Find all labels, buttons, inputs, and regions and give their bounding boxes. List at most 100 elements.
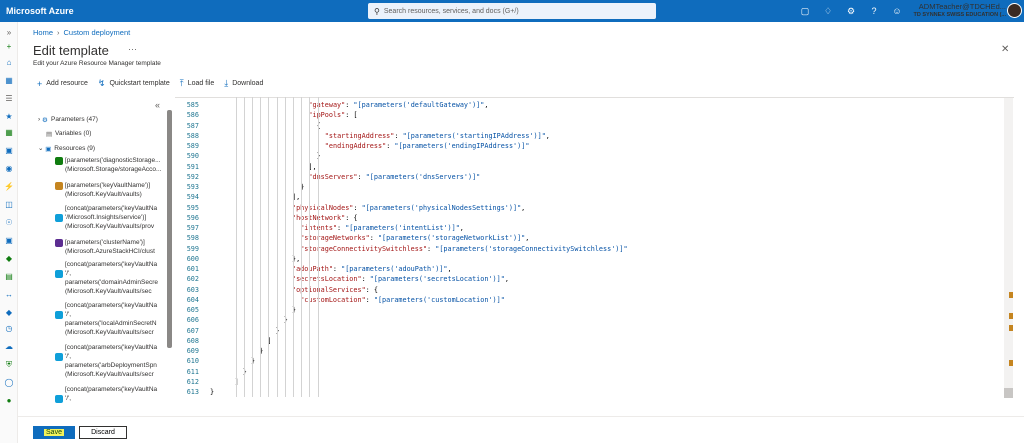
tree-scrollbar[interactable] (167, 110, 172, 348)
virtual-networks-icon[interactable]: ↔ (4, 290, 14, 300)
expand-menu-icon[interactable]: » (4, 28, 14, 38)
resource-tree-line[interactable]: (Microsoft.KeyVault/vaults) (65, 191, 142, 199)
home-icon[interactable]: ⌂ (4, 58, 14, 68)
save-button[interactable]: Save (33, 426, 75, 439)
resource-tree-line[interactable]: (Microsoft.AzureStackHCI/clust (65, 248, 155, 256)
resource-tree-line[interactable]: (Microsoft.KeyVault/vaults/secr (65, 371, 154, 379)
json-string: "[parameters('storageNetworkList')]" (377, 234, 526, 243)
sql-database-icon[interactable]: ◫ (4, 200, 14, 210)
resource-tree-line[interactable]: '/Microsoft.Insights/service')] (65, 214, 146, 222)
resource-tree-line[interactable]: [parameters('keyVaultName')] (65, 182, 150, 190)
code-line: "storageConnectivitySwitchless": "[param… (300, 245, 627, 253)
virtual-machines-icon[interactable]: ▣ (4, 236, 14, 246)
tree-item-variables[interactable]: ▤ Variables (0) (46, 130, 91, 138)
resource-tree-line[interactable]: '/', (65, 353, 71, 361)
json-punctuation: : { (365, 285, 378, 294)
search-box[interactable]: ⚲ Search resources, services, and docs (… (368, 3, 656, 19)
close-icon[interactable]: ✕ (1001, 44, 1009, 55)
all-services-icon[interactable]: ☰ (4, 94, 14, 104)
brand-title[interactable]: Microsoft Azure (0, 6, 368, 16)
resource-tree-line[interactable]: '/', (65, 270, 71, 278)
json-punctuation: : (357, 172, 366, 181)
app-services-icon[interactable]: ◉ (4, 164, 14, 174)
entra-id-icon[interactable]: ◆ (4, 308, 14, 318)
json-key: "ipPools" (308, 111, 346, 120)
help-support-icon[interactable]: ● (4, 396, 14, 406)
tree-item-parameters[interactable]: › ⚙ Parameters (47) (38, 116, 98, 124)
code-area[interactable]: "gateway": "[parameters('defaultGateway'… (210, 97, 1000, 407)
breadcrumb-home[interactable]: Home (33, 28, 53, 37)
json-key: "optionalServices" (292, 285, 366, 294)
notifications-icon[interactable]: ♢ (821, 4, 835, 18)
all-resources-icon[interactable]: ▦ (4, 128, 14, 138)
scroll-marker (1009, 313, 1013, 319)
tree-item-resources[interactable]: ⌄ ▣ Resources (9) (38, 144, 95, 153)
resource-tree-line[interactable]: [concat(parameters('keyVaultNa (65, 205, 157, 213)
resource-tree-line[interactable]: [concat(parameters('keyVaultNa (65, 344, 157, 352)
quickstart-template-button[interactable]: ↯ Quickstart template (98, 78, 170, 89)
json-punctuation: } (210, 388, 215, 396)
indent-guide (243, 97, 245, 397)
favorites-icon[interactable]: ★ (4, 112, 14, 122)
dashboard-icon[interactable]: ▦ (4, 76, 14, 86)
avatar[interactable] (1007, 3, 1022, 18)
breadcrumb-custom-deployment[interactable]: Custom deployment (64, 28, 131, 37)
account-name: ADMTeacher@TDCHEd... (918, 2, 1006, 11)
json-punctuation: : (427, 244, 436, 253)
resource-tree-line[interactable]: '/', (65, 311, 71, 319)
chevron-right-icon: › (38, 116, 41, 124)
load-balancer-icon[interactable]: ◆ (4, 254, 14, 264)
resource-tree-line[interactable]: [concat(parameters('keyVaultNa (65, 261, 157, 269)
resource-tree-line[interactable]: parameters('domainAdminSecre (65, 279, 158, 287)
resource-type-icon (55, 239, 63, 247)
function-app-icon[interactable]: ⚡ (4, 182, 14, 192)
advisor-icon[interactable]: ☁ (4, 342, 14, 352)
resource-tree-line[interactable]: parameters('arbDeploymentSpn (65, 362, 157, 370)
code-line: "secretsLocation": "[parameters('secrets… (292, 275, 509, 283)
resource-tree-line[interactable]: [parameters('clusterName')] (65, 239, 145, 247)
indent-guide (293, 97, 294, 397)
json-key: "hostNetwork" (292, 213, 346, 222)
resource-tree-line[interactable]: [concat(parameters('keyVaultNa (65, 302, 157, 310)
indent-guide (309, 97, 311, 397)
resource-tree-line[interactable]: '/', (65, 395, 71, 403)
download-icon: ⤓ (224, 78, 229, 88)
cloud-shell-icon[interactable]: ▢ (798, 4, 812, 18)
add-resource-button[interactable]: + Add resource (37, 78, 88, 89)
json-key: "storageNetworks" (300, 234, 370, 243)
resource-tree-line[interactable]: (Microsoft.Storage/storageAcco... (65, 166, 161, 174)
indent-guide (284, 97, 286, 397)
indent-guide (260, 97, 262, 397)
line-number: 588 (186, 131, 199, 140)
discard-button[interactable]: Discard (79, 426, 127, 439)
account-menu[interactable]: ADMTeacher@TDCHEd... TD SYNNEX SWISS EDU… (902, 2, 1007, 20)
resource-tree-line[interactable]: (Microsoft.KeyVault/vaults/sec (65, 288, 152, 296)
help-icon[interactable]: ? (867, 4, 881, 18)
line-number: 597 (186, 224, 199, 232)
load-file-button[interactable]: ⤒ Load file (180, 78, 214, 89)
storage-accounts-icon[interactable]: ▤ (4, 272, 14, 282)
settings-icon[interactable]: ⚙ (844, 4, 858, 18)
resource-tree-line[interactable]: [parameters('diagnosticStorage... (65, 157, 161, 165)
resource-tree-line[interactable]: (Microsoft.KeyVault/vaults/prov (65, 223, 154, 231)
search-icon: ⚲ (374, 6, 380, 16)
create-resource-icon[interactable]: + (4, 42, 14, 52)
cosmos-db-icon[interactable]: ☉ (4, 218, 14, 228)
document-icon: ▤ (46, 131, 53, 138)
editor-scrollbar-thumb[interactable] (1004, 388, 1013, 398)
collapse-pane-icon[interactable]: « (155, 100, 160, 110)
download-button[interactable]: ⤓ Download (224, 78, 263, 89)
page-subtitle: Edit your Azure Resource Manager templat… (33, 60, 161, 67)
code-line: "startingAddress": "[parameters('startin… (325, 132, 550, 140)
json-punctuation: : (332, 265, 342, 273)
cost-management-icon[interactable]: ◯ (4, 378, 14, 388)
resource-tree-line[interactable]: parameters('localAdminSecretN (65, 320, 157, 328)
more-options-icon[interactable]: ··· (128, 44, 137, 54)
editor-scrollbar[interactable] (1004, 98, 1013, 398)
resource-tree-line[interactable]: (Microsoft.KeyVault/vaults/secr (65, 329, 154, 337)
json-string: "[parameters('dnsServers')]" (365, 172, 481, 181)
monitor-icon[interactable]: ◷ (4, 324, 14, 334)
resource-tree-line[interactable]: [concat(parameters('keyVaultNa (65, 386, 157, 394)
resource-groups-icon[interactable]: ▣ (4, 146, 14, 156)
security-center-icon[interactable]: ⛨ (4, 360, 14, 370)
